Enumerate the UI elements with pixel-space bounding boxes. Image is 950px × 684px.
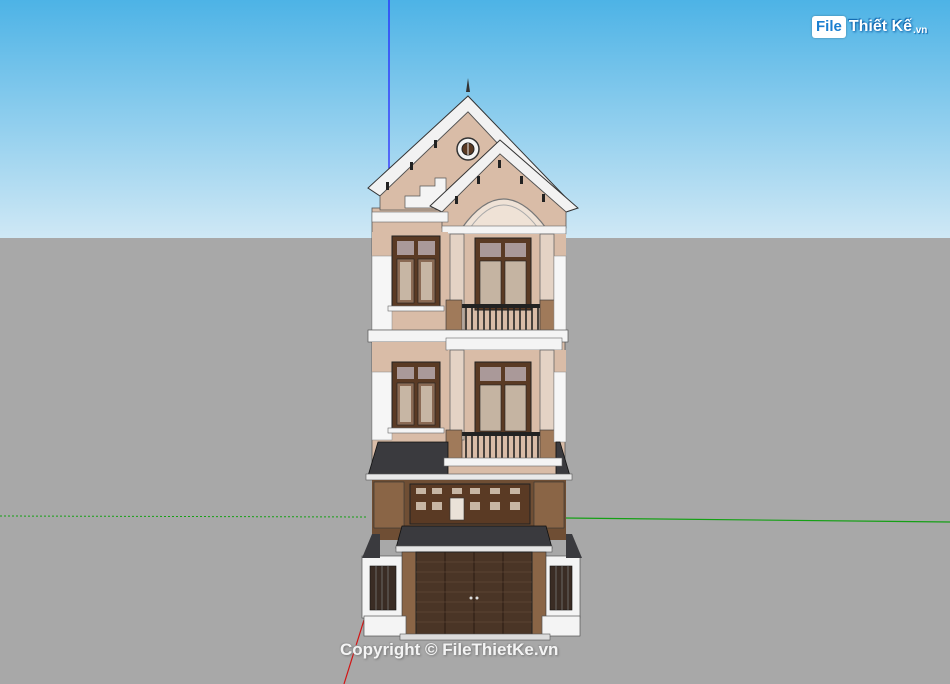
gate-fence-right [549,565,573,611]
sketchup-viewport[interactable] [0,0,950,684]
awning-roof [367,441,449,477]
3d-scene [0,0,950,684]
base-step [363,615,407,637]
entrance-canopy [395,525,553,549]
logo-text: Thiết Kế [848,18,912,35]
site-logo: File Thiết Kế .vn [812,14,927,40]
copyright-watermark: Copyright © FileThietKe.vn [340,640,559,659]
column-right-2 [539,349,555,441]
column-left-2 [449,349,465,441]
logo-domain-ext: .vn [912,24,928,36]
gate-fence-left [369,565,397,611]
cornice-band-1 [371,211,449,223]
logo-box-text: File [812,16,846,38]
